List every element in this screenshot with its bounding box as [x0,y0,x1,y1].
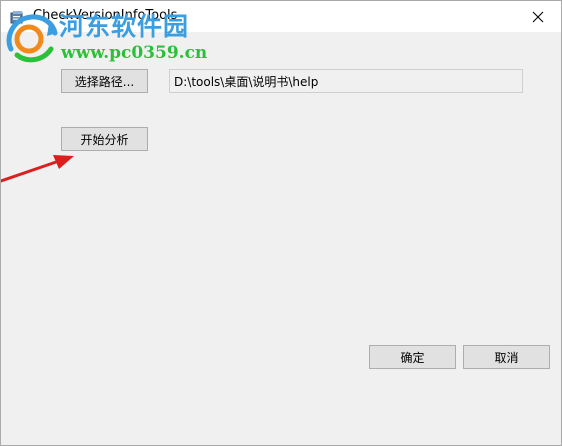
red-arrow-icon [1,155,74,183]
watermark-site-name: 河东软件园 [59,12,190,41]
close-icon [532,11,544,22]
watermark-logo-icon [6,14,58,63]
app-window: CheckVersionInfoTools 河东软件园 www.pc0359.c… [0,0,562,446]
path-field[interactable]: D:\tools\桌面\说明书\help [169,69,523,93]
close-button[interactable] [515,1,561,32]
ok-button[interactable]: 确定 [369,345,456,369]
start-analysis-button[interactable]: 开始分析 [61,127,148,151]
watermark-url: www.pc0359.cn [61,43,208,63]
select-path-button[interactable]: 选择路径... [61,69,148,93]
cancel-button[interactable]: 取消 [463,345,550,369]
